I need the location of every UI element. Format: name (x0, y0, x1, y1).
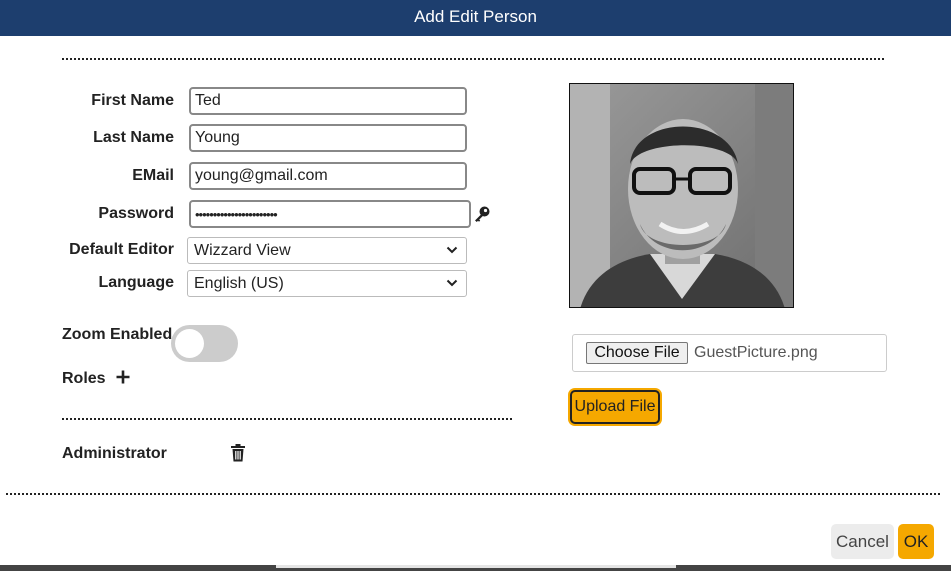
dialog-title: Add Edit Person (414, 7, 537, 26)
language-label: Language (98, 274, 174, 291)
default-editor-label: Default Editor (69, 241, 174, 258)
zoom-enabled-label: Zoom Enabled (62, 326, 173, 343)
password-label: Password (98, 205, 174, 222)
language-value: English (US) (194, 275, 284, 292)
email-input[interactable] (189, 162, 467, 190)
divider-top (62, 58, 884, 60)
dialog-body (0, 36, 951, 565)
upload-file-button[interactable]: Upload File (570, 390, 660, 424)
divider-roles (62, 418, 512, 420)
cancel-button[interactable]: Cancel (831, 524, 894, 559)
roles-label: Roles (62, 370, 106, 387)
person-photo (569, 83, 794, 308)
key-icon[interactable] (473, 205, 491, 223)
last-name-label: Last Name (93, 129, 174, 146)
backdrop-bottom-highlight (276, 565, 676, 568)
chevron-down-icon (446, 246, 458, 254)
person-photo-image (570, 84, 793, 307)
plus-icon[interactable] (115, 369, 131, 385)
first-name-label: First Name (91, 92, 174, 109)
language-select[interactable]: English (US) (187, 270, 467, 297)
chosen-file-name: GuestPicture.png (694, 344, 818, 361)
first-name-input[interactable] (189, 87, 467, 115)
chevron-down-icon (446, 279, 458, 287)
default-editor-value: Wizzard View (194, 242, 291, 259)
toggle-knob (175, 329, 204, 358)
last-name-input[interactable] (189, 124, 467, 152)
file-input[interactable]: Choose File GuestPicture.png (572, 334, 887, 372)
divider-bottom (6, 493, 940, 495)
default-editor-select[interactable]: Wizzard View (187, 237, 467, 264)
zoom-enabled-toggle[interactable] (171, 325, 238, 362)
password-input[interactable] (189, 200, 471, 228)
ok-button[interactable]: OK (898, 524, 934, 559)
role-name: Administrator (62, 445, 167, 462)
email-label: EMail (132, 167, 174, 184)
choose-file-button[interactable]: Choose File (586, 342, 688, 364)
dialog-header: Add Edit Person (0, 0, 951, 36)
trash-icon[interactable] (230, 444, 246, 462)
